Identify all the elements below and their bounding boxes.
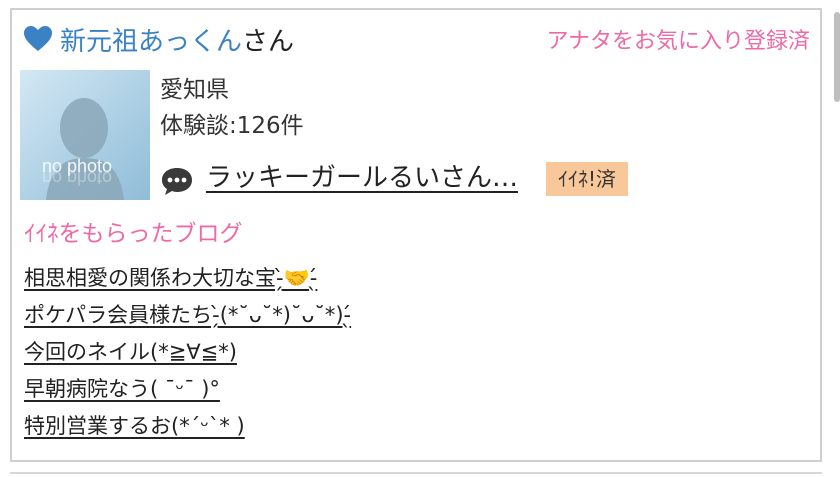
scrollbar[interactable] [834,12,840,102]
chat-bubble-icon [162,168,192,195]
profile-info: 愛知県 体験談:126件 [160,72,304,144]
list-item: 今回のネイル(*≧∀≦*) [24,334,351,371]
no-photo-image: no photo no photo [20,70,150,200]
location-text: 愛知県 [160,77,229,103]
latest-review-link[interactable]: ラッキーガールるいさん… [206,158,518,198]
user-card: 新元祖あっくんさん アナタをお気に入り登録済 no photo no photo… [10,8,822,462]
user-honorific: さん [242,27,295,57]
latest-review: ラッキーガールるいさん… ｲｲﾈ!済 [160,158,760,202]
blog-link[interactable]: 早朝病院なう( ¯ᵕ¯ )° [24,377,220,401]
blog-link[interactable]: 相思相愛の関係わ大切な宝-̗̀🤝-̖́ [24,266,317,290]
blog-link[interactable]: 今回のネイル(*≧∀≦*) [24,340,237,364]
divider [10,472,822,474]
liked-blog-list: 相思相愛の関係わ大切な宝-̗̀🤝-̖́ ポケパラ会員様たち-̗̀(*˘ᴗ˘*)˘… [24,260,351,445]
user-title: 新元祖あっくんさん [60,22,294,62]
list-item: 相思相愛の関係わ大切な宝-̗̀🤝-̖́ [24,260,351,297]
blog-link[interactable]: 特別営業するお(*ˊᵕˋ* ) [24,414,245,438]
avatar[interactable]: no photo no photo [20,70,150,200]
review-count: 体験談:126件 [160,113,304,139]
liked-blogs-title: ｲｲﾈをもらったブログ [24,221,243,247]
list-item: 特別営業するお(*ˊᵕˋ* ) [24,408,351,445]
card-header: 新元祖あっくんさん アナタをお気に入り登録済 [24,20,810,60]
svg-text:no photo: no photo [42,168,112,188]
liked-badge: ｲｲﾈ!済 [546,162,629,196]
user-name-link[interactable]: 新元祖あっくん [60,27,242,57]
list-item: 早朝病院なう( ¯ᵕ¯ )° [24,371,351,408]
list-item: ポケパラ会員様たち-̗̀(*˘ᴗ˘*)˘ᴗ˘*)-̖́ [24,297,351,334]
favorite-status: アナタをお気に入り登録済 [546,29,810,54]
blog-link[interactable]: ポケパラ会員様たち-̗̀(*˘ᴗ˘*)˘ᴗ˘*)-̖́ [24,303,351,327]
heart-icon [24,26,52,51]
